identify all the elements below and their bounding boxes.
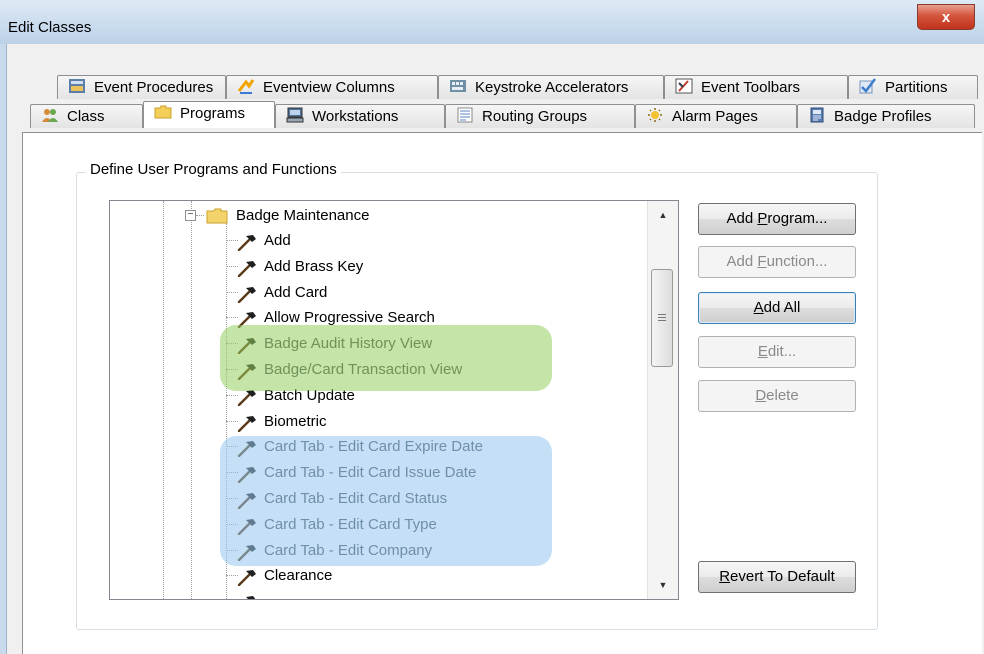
workstations-icon <box>286 107 304 123</box>
tab-label: Event Toolbars <box>701 79 800 96</box>
button-text: rogram... <box>767 210 828 227</box>
tree-item-label: Badge Maintenance <box>236 207 370 224</box>
tab-label: Class <box>67 108 105 125</box>
close-button[interactable]: x <box>917 4 975 30</box>
tab-event-toolbars[interactable]: Event Toolbars <box>664 75 848 99</box>
hammer-icon <box>246 596 256 599</box>
tab-programs[interactable]: Programs <box>143 101 275 128</box>
hammer-icon <box>237 570 256 587</box>
tree-item-label: Clearance <box>264 567 333 585</box>
keystroke-accelerators-icon <box>450 80 466 93</box>
tab-routing-groups[interactable]: Routing Groups <box>445 104 635 128</box>
thumb-grip <box>658 317 666 318</box>
tab-label: Partitions <box>885 79 948 96</box>
highlight-blue <box>220 436 552 566</box>
alarm-pages-icon <box>648 108 662 123</box>
thumb-grip <box>658 314 666 315</box>
partitions-icon <box>859 78 876 94</box>
scroll-up-arrow-icon[interactable]: ▲ <box>648 205 678 225</box>
tree-guide-line <box>191 201 192 599</box>
tree-connector <box>196 215 204 216</box>
add-program-button[interactable]: Add Program... <box>698 203 856 235</box>
delete-button[interactable]: Delete <box>698 380 856 412</box>
button-text: dit... <box>767 343 797 360</box>
groupbox-legend: Define User Programs and Functions <box>86 161 341 178</box>
accelerator-key: P <box>757 210 768 227</box>
scroll-down-arrow-icon[interactable]: ▼ <box>648 575 678 595</box>
badge-profiles-icon <box>810 107 824 123</box>
revert-to-default-button[interactable]: Revert To Default <box>698 561 856 593</box>
button-text: elete <box>766 387 799 404</box>
tree-item-label: Add <box>264 232 291 249</box>
highlight-green <box>220 325 552 391</box>
hammer-icon <box>237 235 256 251</box>
add-function-button[interactable]: Add Function... <box>698 246 856 278</box>
tab-partitions[interactable]: Partitions <box>848 75 978 99</box>
tab-label: Keystroke Accelerators <box>475 79 629 96</box>
tab-label: Programs <box>180 105 246 122</box>
tab-class[interactable]: Class <box>30 104 143 128</box>
tab-label: Eventview Columns <box>263 79 395 96</box>
tree-guide-line <box>163 201 164 599</box>
tree-item-label: Add Card <box>264 283 328 301</box>
hammer-icon <box>237 260 256 277</box>
button-text: Add <box>726 210 758 227</box>
tab-label: Routing Groups <box>482 108 588 125</box>
title-bar: Edit Classes x <box>0 0 984 44</box>
routing-groups-icon <box>457 107 473 123</box>
thumb-grip <box>658 320 666 321</box>
tree-item-label: Add Brass Key <box>264 257 364 275</box>
tab-workstations[interactable]: Workstations <box>275 104 445 128</box>
button-text: evert To Default <box>730 568 835 585</box>
accelerator-key: E <box>757 343 768 360</box>
tab-label: Badge Profiles <box>834 108 932 125</box>
tab-label: Workstations <box>312 108 399 125</box>
tab-keystroke-accelerators[interactable]: Keystroke Accelerators <box>438 75 664 99</box>
tab-alarm-pages[interactable]: Alarm Pages <box>635 104 797 128</box>
tab-label: Alarm Pages <box>672 108 758 125</box>
event-toolbars-icon <box>675 78 693 94</box>
close-icon: x <box>941 9 951 26</box>
accelerator-key: A <box>753 299 764 316</box>
button-text: unction... <box>766 253 828 270</box>
window-left-border <box>0 44 7 654</box>
accelerator-key: D <box>755 387 767 404</box>
folder-icon <box>154 105 172 119</box>
event-procedures-icon <box>69 79 85 94</box>
accelerator-key: R <box>719 568 731 585</box>
hammer-icon <box>237 415 256 432</box>
collapse-toggle[interactable]: − <box>185 210 196 221</box>
eventview-columns-icon <box>237 79 255 95</box>
hammer-icon <box>237 286 256 303</box>
class-users-icon <box>42 109 58 123</box>
tab-eventview-columns[interactable]: Eventview Columns <box>226 75 438 99</box>
folder-icon <box>206 208 228 224</box>
add-all-button[interactable]: Add All <box>698 292 856 324</box>
scroll-thumb[interactable] <box>651 269 673 367</box>
tab-badge-profiles[interactable]: Badge Profiles <box>797 104 975 128</box>
tree-vertical-scrollbar[interactable]: ▲ ▼ <box>647 201 678 599</box>
tab-event-procedures[interactable]: Event Procedures <box>57 75 226 99</box>
accelerator-key: F <box>757 253 767 270</box>
window-title: Edit Classes <box>8 19 92 36</box>
minus-icon: − <box>187 209 194 220</box>
tab-label: Event Procedures <box>94 79 214 96</box>
edit-button[interactable]: Edit... <box>698 336 856 368</box>
button-text: dd All <box>763 299 801 316</box>
tree-item-label: Biometric <box>264 412 327 430</box>
button-text: Add <box>726 253 758 270</box>
